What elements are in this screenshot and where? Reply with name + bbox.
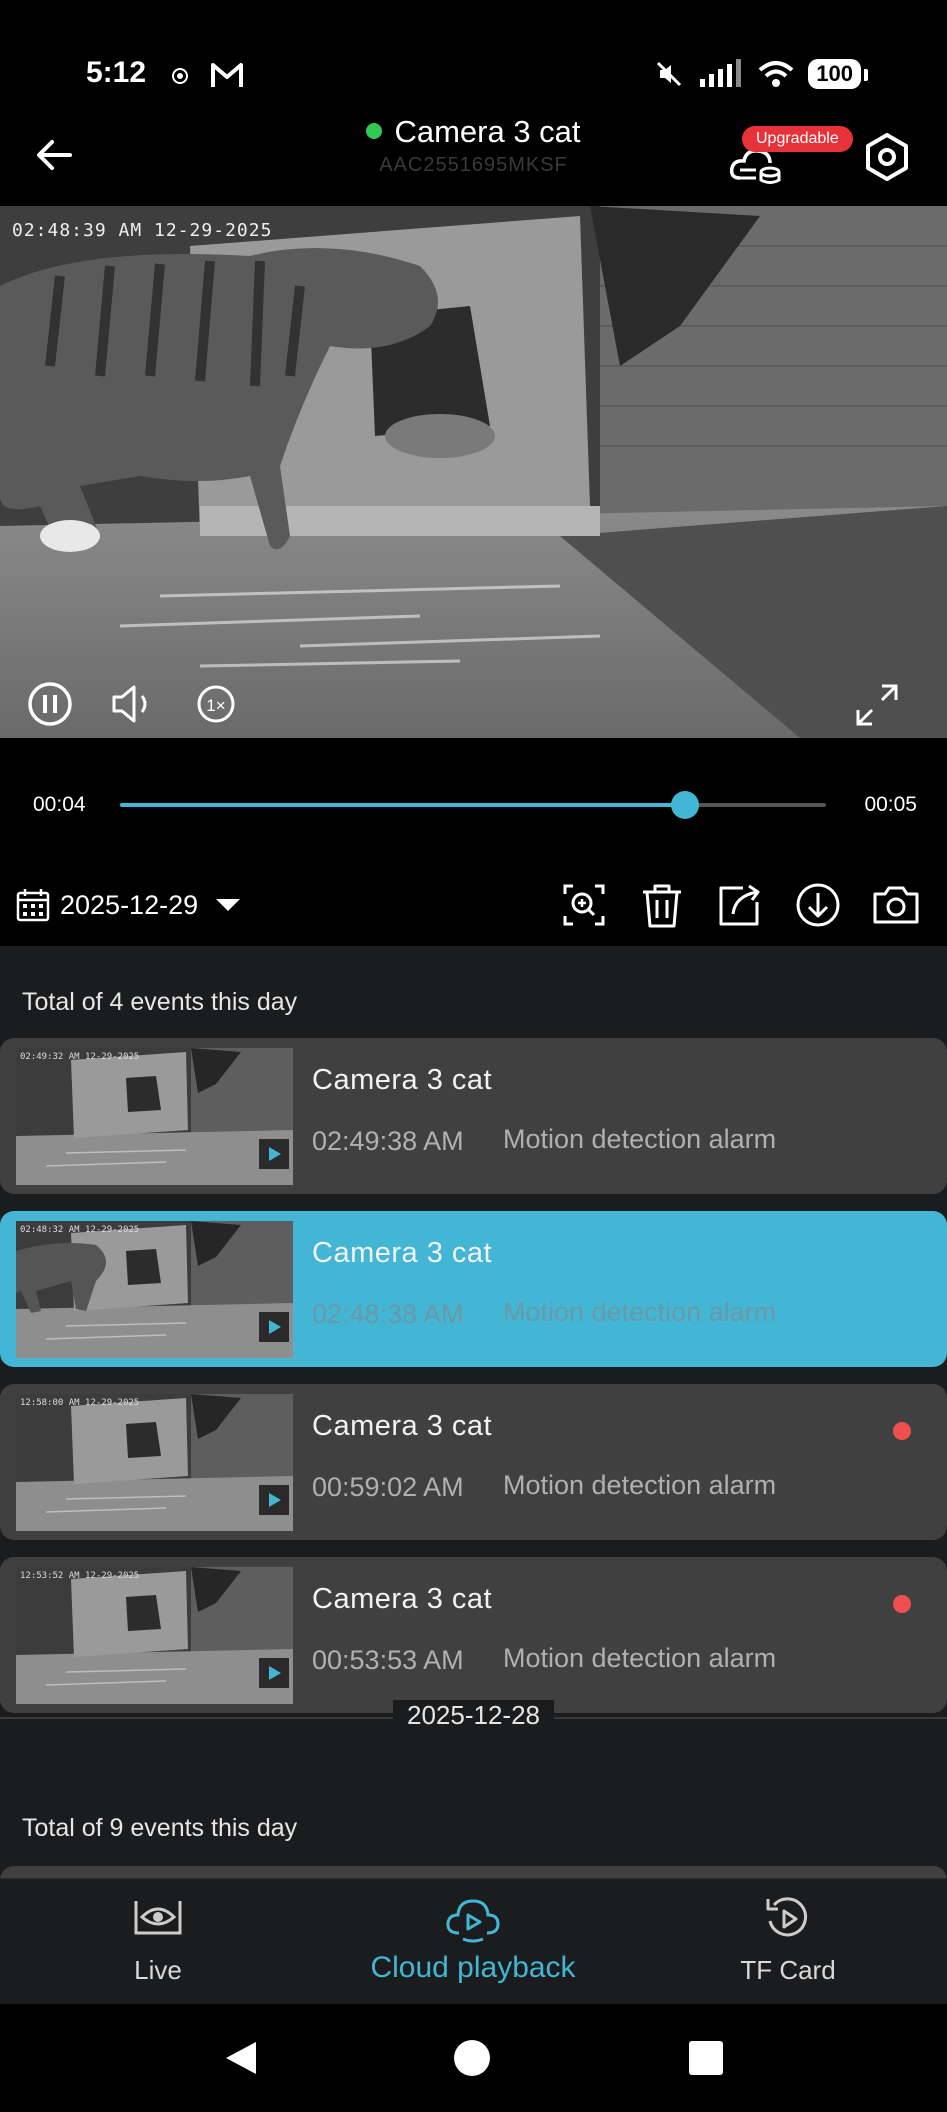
thumbnail-timestamp: 02:48:32 AM 12-29-2025 — [20, 1225, 140, 1235]
upgradable-badge[interactable]: Upgradable — [742, 126, 853, 152]
event-time: 02:49:38 AM — [312, 1126, 464, 1156]
event-type: Motion detection alarm — [503, 1470, 777, 1500]
event-thumbnail-image — [16, 1048, 293, 1185]
event-thumbnail: 02:48:32 AM 12-29-2025 — [16, 1221, 293, 1358]
event-thumbnail: 02:49:32 AM 12-29-2025 — [16, 1048, 293, 1185]
play-icon — [259, 1658, 289, 1688]
nav-tf-card-label: TF Card — [740, 1955, 836, 1985]
divider-date-text: 2025-12-28 — [393, 1700, 554, 1730]
current-time: 00:04 — [33, 793, 86, 816]
event-camera-name: Camera 3 cat — [312, 1064, 493, 1096]
event-time: 00:59:02 AM — [312, 1472, 464, 1502]
status-time: 5:12 — [86, 56, 147, 89]
zoom-icon[interactable] — [557, 878, 611, 932]
event-card[interactable]: 12:58:00 AM 12-29-2025 Camera 3 cat 00:59:… — [0, 1384, 947, 1540]
download-icon[interactable] — [791, 878, 845, 932]
dropdown-triangle-icon — [216, 899, 241, 911]
video-player[interactable]: 02:48:39 AM 12-29-2025 1× — [0, 206, 947, 738]
camera-feed-image — [0, 206, 947, 738]
unread-dot — [893, 1422, 911, 1440]
share-icon[interactable] — [713, 878, 767, 932]
home-circle-icon[interactable] — [452, 2038, 492, 2078]
nav-live[interactable]: Live — [8, 1879, 308, 2005]
total-time: 00:05 — [864, 793, 917, 816]
mute-icon — [657, 61, 682, 87]
seek-bar[interactable] — [120, 791, 826, 819]
nav-cloud-playback[interactable]: Cloud playback — [323, 1879, 623, 2005]
date-selector[interactable]: 2025-12-29 — [16, 880, 242, 930]
nav-live-label: Live — [134, 1955, 182, 1985]
pause-icon[interactable] — [26, 680, 74, 728]
online-status-dot — [366, 122, 383, 139]
play-icon — [259, 1485, 289, 1515]
event-card-peek[interactable] — [0, 1866, 947, 1878]
calendar-icon — [16, 889, 50, 922]
volume-icon[interactable] — [108, 680, 160, 728]
event-thumbnail-image — [16, 1394, 293, 1531]
battery-icon: 100 — [808, 59, 868, 89]
settings-hexagon-icon[interactable] — [862, 132, 912, 182]
status-bar: 5:12 100 — [0, 0, 947, 110]
back-triangle-icon[interactable] — [222, 2038, 262, 2078]
camera-serial: AAC2551695MKSF — [379, 154, 568, 176]
unread-dot — [893, 1595, 911, 1613]
day-event-total: Total of 4 events this day — [22, 988, 298, 1016]
bottom-navigation: Live Cloud playback TF Card — [0, 1878, 947, 2004]
event-type: Motion detection alarm — [503, 1643, 777, 1673]
video-timestamp-overlay: 02:48:39 AM 12-29-2025 — [12, 220, 273, 241]
wifi-icon — [758, 61, 794, 87]
signal-icon — [700, 59, 742, 87]
thumbnail-timestamp: 12:53:52 AM 12-29-2025 — [20, 1571, 140, 1581]
date-toolbar: 2025-12-29 — [0, 868, 947, 946]
snapshot-camera-icon[interactable] — [869, 878, 923, 932]
event-type: Motion detection alarm — [503, 1297, 777, 1327]
svg-text:1×: 1× — [206, 696, 225, 715]
nav-cloud-playback-label: Cloud playback — [370, 1951, 576, 1984]
event-thumbnail: 12:58:00 AM 12-29-2025 — [16, 1394, 293, 1531]
event-card[interactable]: 02:48:32 AM 12-29-2025 Camera 3 cat 02:48:… — [0, 1211, 947, 1367]
recents-square-icon[interactable] — [686, 2038, 726, 2078]
camera-header: Camera 3 cat AAC2551695MKSF Upgradable — [0, 110, 947, 206]
event-thumbnail-image — [16, 1221, 293, 1358]
event-thumbnail-image — [16, 1567, 293, 1704]
playback-progress: 00:04 00:05 — [0, 738, 947, 868]
event-thumbnail: 12:53:52 AM 12-29-2025 — [16, 1567, 293, 1704]
day-event-total-2: Total of 9 events this day — [22, 1814, 298, 1842]
selected-date: 2025-12-29 — [60, 889, 199, 920]
status-icons: 100 — [654, 56, 868, 92]
speed-icon[interactable]: 1× — [196, 684, 236, 724]
camera-name: Camera 3 cat — [394, 114, 581, 149]
event-camera-name: Camera 3 cat — [312, 1583, 493, 1615]
date-divider: 2025-12-28 — [0, 1700, 947, 1740]
event-card[interactable]: 12:53:52 AM 12-29-2025 Camera 3 cat 00:53:… — [0, 1557, 947, 1713]
tf-card-replay-icon — [766, 1897, 807, 1937]
seek-thumb[interactable] — [670, 791, 699, 819]
fullscreen-icon[interactable] — [852, 680, 902, 730]
event-time: 00:53:53 AM — [312, 1645, 464, 1675]
cloud-play-icon — [446, 1899, 500, 1943]
delete-icon[interactable] — [635, 878, 689, 932]
play-icon — [259, 1139, 289, 1169]
divider-date-label: 2025-12-28 — [0, 1700, 947, 1731]
event-card[interactable]: 02:49:32 AM 12-29-2025 Camera 3 cat 02:49:… — [0, 1038, 947, 1194]
event-camera-name: Camera 3 cat — [312, 1410, 493, 1442]
event-type: Motion detection alarm — [503, 1124, 777, 1154]
event-list: Total of 4 events this day 02:49:32 AM 1… — [0, 946, 947, 1878]
live-eye-icon — [134, 1901, 182, 1935]
thumbnail-timestamp: 12:58:00 AM 12-29-2025 — [20, 1398, 140, 1408]
notification-icon — [172, 68, 188, 84]
event-camera-name: Camera 3 cat — [312, 1237, 493, 1269]
nav-tf-card[interactable]: TF Card — [638, 1879, 938, 2005]
event-time: 02:48:38 AM — [312, 1299, 464, 1329]
system-navigation — [0, 2004, 947, 2112]
gmail-icon — [211, 63, 243, 87]
play-icon — [259, 1312, 289, 1342]
seek-bar-fill — [120, 803, 685, 807]
thumbnail-timestamp: 02:49:32 AM 12-29-2025 — [20, 1052, 140, 1062]
